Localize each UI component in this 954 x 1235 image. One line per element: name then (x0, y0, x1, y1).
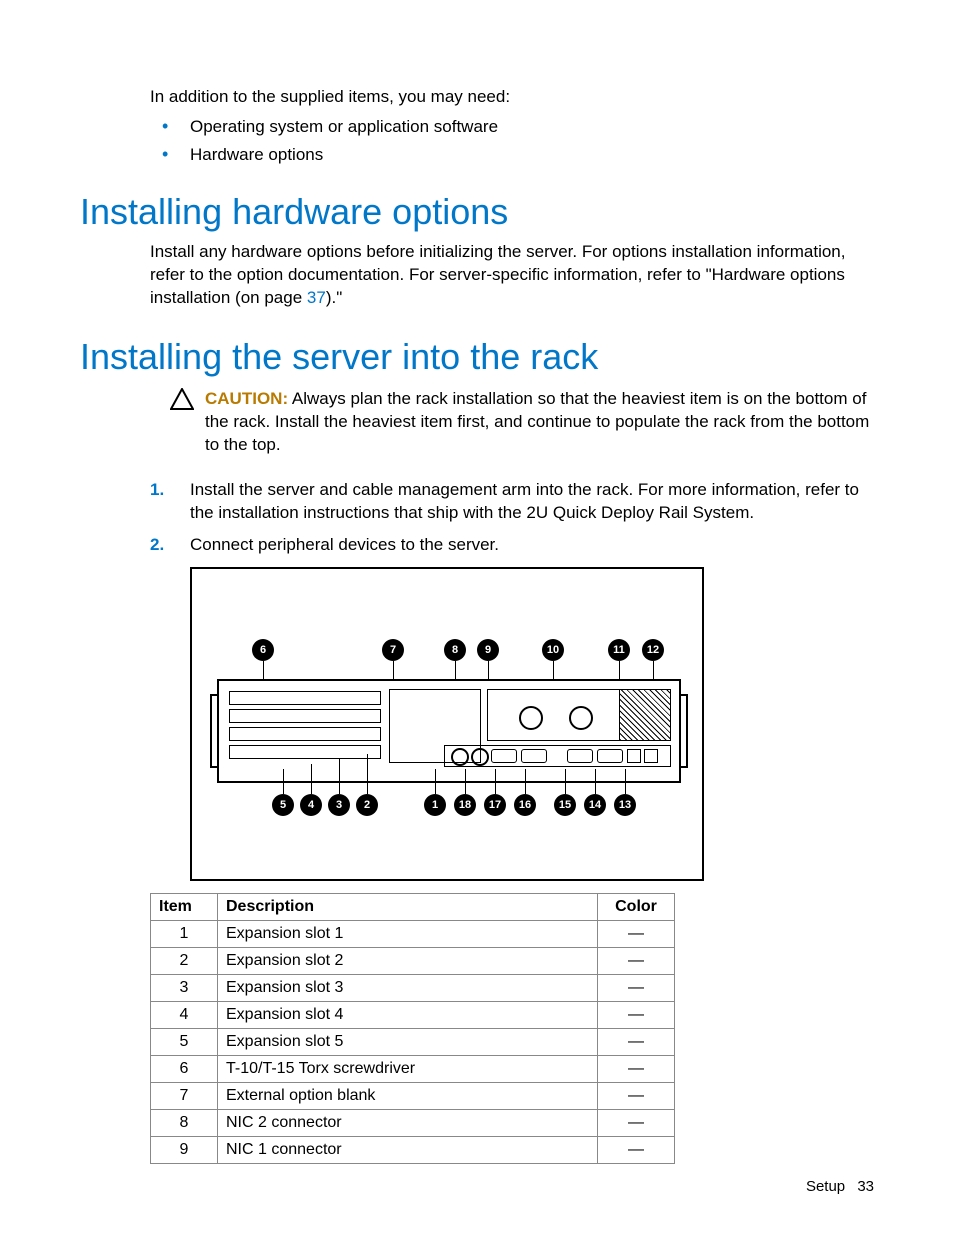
callout-18: 18 (454, 794, 476, 816)
callout-10: 10 (542, 639, 564, 661)
table-row: 2Expansion slot 2— (151, 948, 675, 975)
cell-color: — (598, 1137, 675, 1164)
th-color: Color (598, 894, 675, 921)
bullet-item: Operating system or application software (180, 117, 874, 137)
cell-desc: Expansion slot 4 (218, 1002, 598, 1029)
callout-6: 6 (252, 639, 274, 661)
table-row: 9NIC 1 connector— (151, 1137, 675, 1164)
server-rear-diagram: 6 7 8 9 10 11 12 (190, 567, 704, 881)
callout-8: 8 (444, 639, 466, 661)
step-item: Install the server and cable management … (150, 479, 874, 525)
cell-item: 2 (151, 948, 218, 975)
callout-14: 14 (584, 794, 606, 816)
description-table: Item Description Color 1Expansion slot 1… (150, 893, 675, 1164)
callout-15: 15 (554, 794, 576, 816)
cell-desc: T-10/T-15 Torx screwdriver (218, 1056, 598, 1083)
cell-desc: Expansion slot 5 (218, 1029, 598, 1056)
cell-color: — (598, 1056, 675, 1083)
callout-5: 5 (272, 794, 294, 816)
cell-desc: NIC 2 connector (218, 1110, 598, 1137)
cell-color: — (598, 1002, 675, 1029)
caution-icon (170, 388, 205, 457)
callout-1: 1 (424, 794, 446, 816)
table-row: 5Expansion slot 5— (151, 1029, 675, 1056)
cell-item: 9 (151, 1137, 218, 1164)
cell-item: 6 (151, 1056, 218, 1083)
callout-9: 9 (477, 639, 499, 661)
table-row: 1Expansion slot 1— (151, 921, 675, 948)
callout-17: 17 (484, 794, 506, 816)
cell-desc: Expansion slot 3 (218, 975, 598, 1002)
cell-desc: Expansion slot 1 (218, 921, 598, 948)
footer-section: Setup (806, 1178, 845, 1195)
cell-item: 3 (151, 975, 218, 1002)
callout-12: 12 (642, 639, 664, 661)
callout-11: 11 (608, 639, 630, 661)
page-footer: Setup 33 (806, 1178, 874, 1195)
cell-color: — (598, 1110, 675, 1137)
cell-item: 5 (151, 1029, 218, 1056)
footer-page-number: 33 (857, 1178, 874, 1195)
section1-body: Install any hardware options before init… (150, 241, 874, 310)
caution-block: CAUTION: Always plan the rack installati… (170, 388, 874, 457)
cell-item: 8 (151, 1110, 218, 1137)
cell-color: — (598, 1083, 675, 1110)
table-row: 6T-10/T-15 Torx screwdriver— (151, 1056, 675, 1083)
callout-2: 2 (356, 794, 378, 816)
table-row: 8NIC 2 connector— (151, 1110, 675, 1137)
callout-16: 16 (514, 794, 536, 816)
intro-lead: In addition to the supplied items, you m… (150, 86, 874, 109)
bullet-item: Hardware options (180, 145, 874, 165)
cell-color: — (598, 921, 675, 948)
caution-label: CAUTION: (205, 389, 288, 408)
heading-install-server-rack: Installing the server into the rack (80, 336, 874, 378)
callout-7: 7 (382, 639, 404, 661)
cell-item: 1 (151, 921, 218, 948)
cell-color: — (598, 1029, 675, 1056)
server-chassis-icon (217, 679, 681, 783)
callout-4: 4 (300, 794, 322, 816)
th-desc: Description (218, 894, 598, 921)
page-link-37[interactable]: 37 (307, 288, 326, 307)
th-item: Item (151, 894, 218, 921)
intro-bullets: Operating system or application software… (150, 117, 874, 165)
cell-color: — (598, 948, 675, 975)
step-item: Connect peripheral devices to the server… (150, 534, 874, 557)
cell-desc: External option blank (218, 1083, 598, 1110)
table-row: 3Expansion slot 3— (151, 975, 675, 1002)
table-row: 4Expansion slot 4— (151, 1002, 675, 1029)
table-row: 7External option blank— (151, 1083, 675, 1110)
cell-desc: Expansion slot 2 (218, 948, 598, 975)
cell-item: 7 (151, 1083, 218, 1110)
cell-color: — (598, 975, 675, 1002)
cell-desc: NIC 1 connector (218, 1137, 598, 1164)
callout-3: 3 (328, 794, 350, 816)
caution-text: CAUTION: Always plan the rack installati… (205, 388, 874, 457)
cell-item: 4 (151, 1002, 218, 1029)
heading-install-hw-options: Installing hardware options (80, 191, 874, 233)
steps-list: Install the server and cable management … (150, 479, 874, 558)
callout-13: 13 (614, 794, 636, 816)
